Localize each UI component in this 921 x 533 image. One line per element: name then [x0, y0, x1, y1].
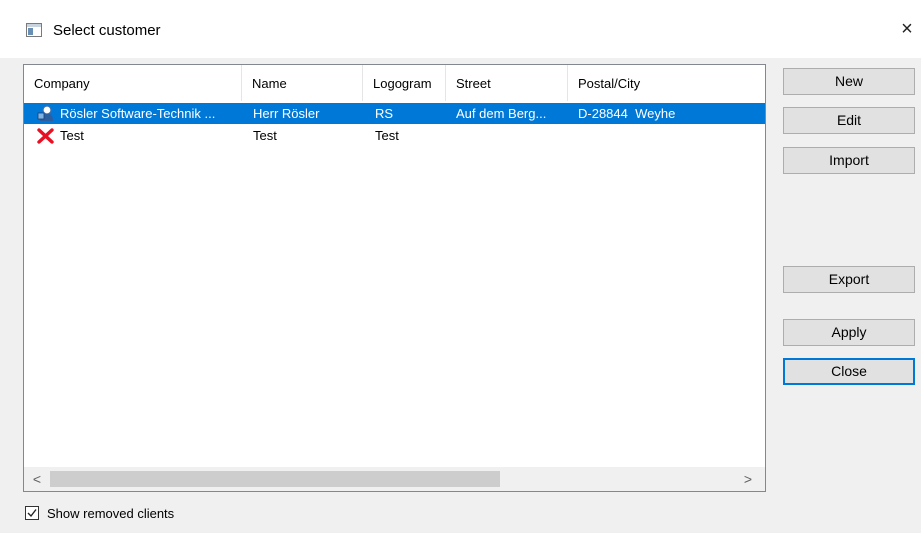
checkmark-icon — [27, 509, 37, 518]
column-header-street[interactable]: Street — [446, 65, 568, 101]
import-button[interactable]: Import — [783, 147, 915, 174]
cell-street: Auf dem Berg... — [456, 106, 547, 121]
cell-logogram: RS — [375, 106, 394, 121]
title-bar: Select customer × — [0, 0, 921, 58]
close-icon[interactable]: × — [896, 18, 918, 40]
new-button[interactable]: New — [783, 68, 915, 95]
customer-icon — [37, 105, 53, 121]
cell-street — [456, 125, 562, 146]
column-header-company[interactable]: Company — [24, 65, 242, 101]
table-row[interactable]: Rösler Software-Technik ... Herr Rösler … — [24, 103, 765, 124]
scroll-right-icon[interactable]: > — [737, 467, 759, 491]
removed-x-icon — [37, 128, 54, 144]
customer-list[interactable]: Company Name Logogram Street Postal/City… — [23, 64, 766, 492]
window-title: Select customer — [53, 22, 161, 39]
cell-name: Herr Rösler — [253, 106, 320, 121]
cell-company: Test — [60, 128, 84, 143]
horizontal-scrollbar[interactable]: < > — [24, 467, 765, 491]
cell-postal-city: D-28844 Weyhe — [578, 106, 676, 121]
cell-logogram: Test — [375, 128, 399, 143]
show-removed-label: Show removed clients — [47, 506, 175, 521]
column-header-postal-city[interactable]: Postal/City — [568, 65, 765, 101]
cell-postal-city — [578, 125, 758, 146]
window-icon — [26, 23, 42, 37]
export-button[interactable]: Export — [783, 266, 915, 293]
table-row[interactable]: Test Test Test — [24, 125, 765, 146]
show-removed-checkbox[interactable] — [25, 506, 39, 520]
edit-button[interactable]: Edit — [783, 107, 915, 134]
column-header-logogram[interactable]: Logogram — [363, 65, 446, 101]
column-header-name[interactable]: Name — [242, 65, 363, 101]
apply-button[interactable]: Apply — [783, 319, 915, 346]
scroll-thumb[interactable] — [50, 471, 500, 487]
close-button[interactable]: Close — [783, 358, 915, 385]
cell-name: Test — [253, 128, 277, 143]
cell-company: Rösler Software-Technik ... — [60, 106, 216, 121]
list-header: Company Name Logogram Street Postal/City — [24, 65, 765, 101]
scroll-left-icon[interactable]: < — [26, 467, 48, 491]
